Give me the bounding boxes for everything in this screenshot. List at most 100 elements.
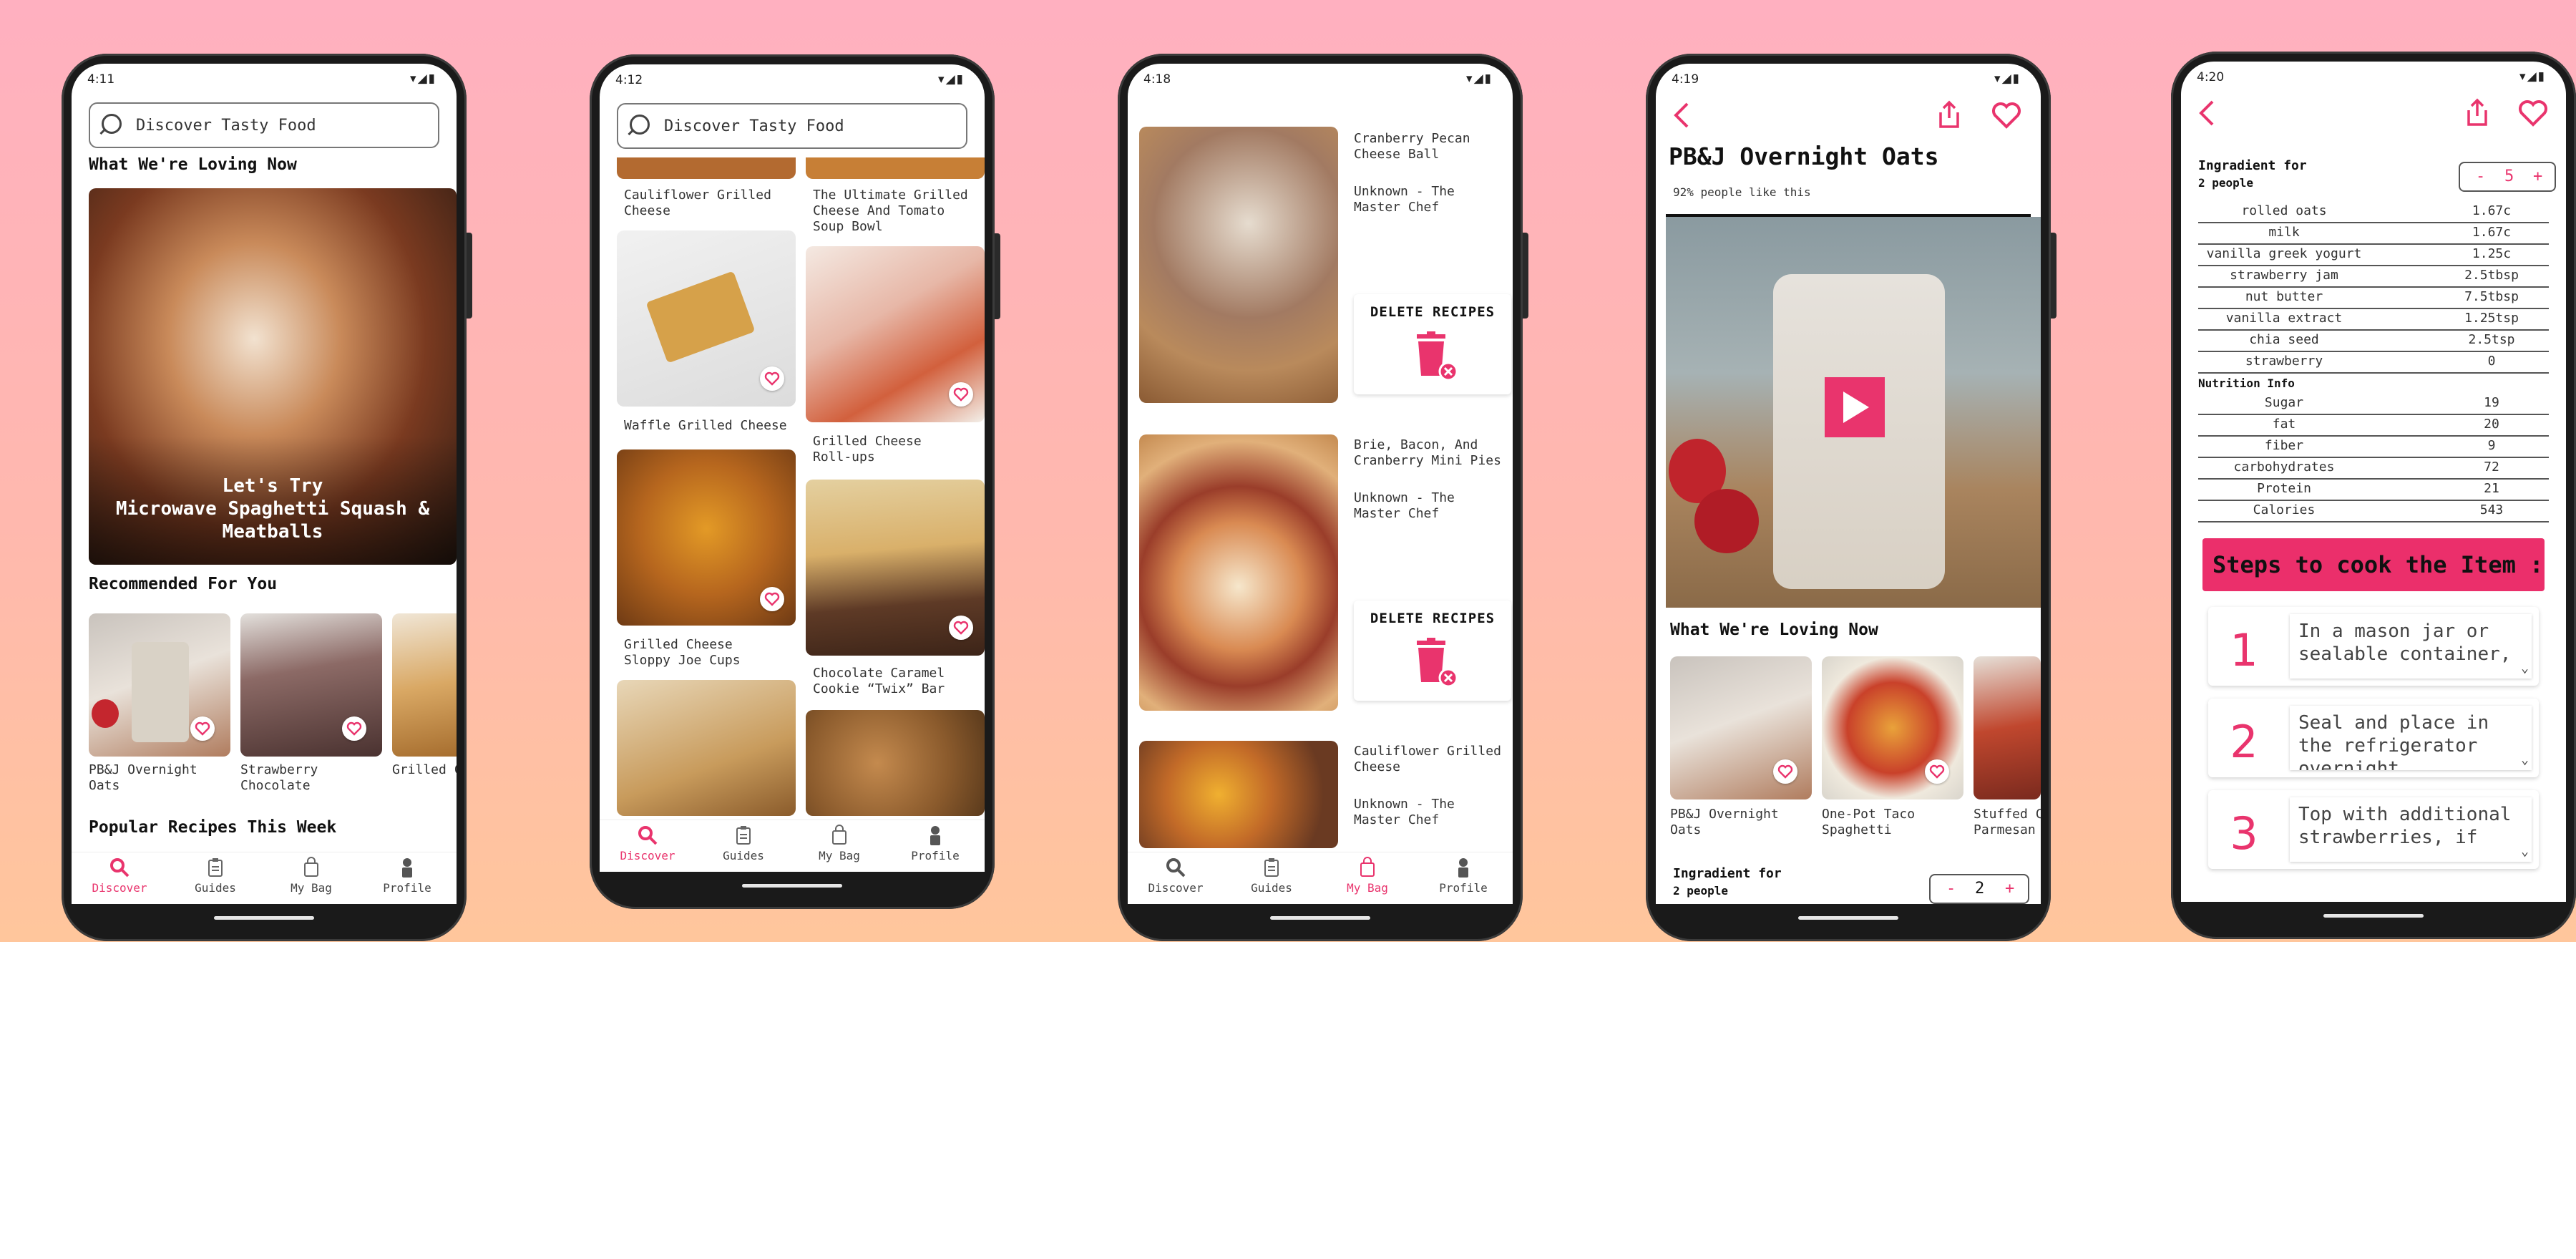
person-icon	[402, 858, 412, 878]
row-quantity: 2.5tsp	[2468, 332, 2515, 347]
play-icon	[1843, 392, 1869, 423]
caption-line: Cookie “Twix” Bar	[813, 681, 945, 696]
phone-ingredients-steps: 4:20 ▾◢▮ Ingradient for 2 people - 5 + r…	[2171, 52, 2576, 939]
status-time: 4:20	[2197, 70, 2225, 84]
grid-card-image[interactable]	[806, 710, 985, 816]
servings-stepper[interactable]: - 5 +	[2459, 162, 2556, 192]
favorite-heart-icon[interactable]	[2517, 99, 2549, 127]
steps-header: Steps to cook the Item :	[2202, 538, 2545, 591]
step-text: Seal and place in the refrigerator overn…	[2290, 706, 2532, 770]
steps-header-text: Steps to cook the Item :	[2212, 551, 2544, 578]
bag-item-image[interactable]	[1139, 127, 1338, 403]
search-input[interactable]: Discover Tasty Food	[89, 102, 439, 148]
rec-card-image[interactable]	[392, 613, 457, 757]
stepper-minus[interactable]: -	[1946, 880, 1956, 898]
phone-recipe-detail: 4:19 ▾◢▮ PB&J Overnight Oats 92% people …	[1646, 54, 2057, 941]
row-name: fiber	[2264, 438, 2304, 453]
caption-line: Parmesan	[1974, 822, 2036, 837]
jar-shape	[132, 642, 189, 742]
loving-caption: Stuffed ChParmesan	[1974, 807, 2041, 838]
hero-card[interactable]: Let's Try Microwave Spaghetti Squash & M…	[89, 188, 457, 565]
bag-item-author: Master Chef	[1354, 506, 1440, 521]
favorite-heart-icon[interactable]	[342, 716, 366, 741]
bag-item-title: Cheese Ball	[1354, 147, 1440, 162]
stepper-plus[interactable]: +	[2005, 880, 2014, 898]
share-icon[interactable]	[2464, 97, 2490, 127]
bag-item-author: Master Chef	[1354, 200, 1440, 215]
chevron-down-icon[interactable]: ⌄	[2521, 844, 2529, 859]
search-icon	[102, 114, 122, 134]
delete-recipes-button[interactable]: DELETE RECIPES	[1354, 601, 1511, 701]
tab-my-bag[interactable]: My Bag	[1319, 857, 1415, 895]
chevron-down-icon[interactable]: ⌄	[2521, 661, 2529, 676]
tab-discover[interactable]: Discover	[1128, 857, 1224, 895]
favorite-heart-icon[interactable]	[1991, 101, 2022, 130]
tab-profile[interactable]: Profile	[359, 857, 455, 895]
screen: 4:20 ▾◢▮ Ingradient for 2 people - 5 + r…	[2181, 62, 2566, 902]
tab-guides[interactable]: Guides	[167, 857, 263, 895]
bag-item-text: Cranberry Pecan Cheese Ball Unknown - Th…	[1354, 131, 1470, 215]
recipe-video[interactable]	[1666, 217, 2041, 608]
grid-card-image[interactable]	[617, 680, 796, 816]
grid-card-image[interactable]	[806, 157, 985, 179]
caption-line: Cheese	[624, 203, 671, 218]
share-icon[interactable]	[1936, 99, 1962, 130]
stepper-minus[interactable]: -	[2476, 167, 2485, 185]
back-icon[interactable]	[1672, 101, 1692, 130]
favorite-heart-icon[interactable]	[949, 616, 973, 640]
play-button[interactable]	[1825, 377, 1885, 437]
bag-item-title: Brie, Bacon, And	[1354, 437, 1478, 452]
bag-item-author: Master Chef	[1354, 812, 1440, 827]
favorite-heart-icon[interactable]	[760, 366, 784, 391]
row-name: strawberry jam	[2230, 268, 2338, 283]
search-input[interactable]: Discover Tasty Food	[617, 103, 967, 149]
delete-recipes-button[interactable]: DELETE RECIPES	[1354, 294, 1511, 394]
back-icon[interactable]	[2197, 99, 2217, 127]
servings-stepper[interactable]: - 2 +	[1929, 874, 2029, 904]
caption-line: Grilled Cheese	[813, 434, 922, 449]
table-row: Protein 21	[2198, 480, 2549, 501]
delete-label: DELETE RECIPES	[1370, 611, 1496, 626]
strawberry-shape	[1694, 489, 1759, 553]
tab-profile[interactable]: Profile	[1415, 857, 1511, 895]
favorite-heart-icon[interactable]	[1925, 759, 1949, 784]
nutrition-label: Nutrition Info	[2198, 376, 2295, 390]
ingredient-label: Ingradient for 2 people	[2198, 157, 2307, 192]
search-icon	[638, 826, 658, 845]
favorite-heart-icon[interactable]	[1773, 759, 1797, 784]
chevron-down-icon[interactable]: ⌄	[2521, 752, 2529, 767]
grid-caption: Grilled Cheese Roll-ups	[813, 434, 922, 465]
tab-discover[interactable]: Discover	[72, 857, 167, 895]
tab-profile[interactable]: Profile	[887, 825, 983, 862]
section-title-loving: What We're Loving Now	[1670, 621, 1878, 639]
tab-guides[interactable]: Guides	[1224, 857, 1319, 895]
favorite-heart-icon[interactable]	[190, 716, 215, 741]
row-quantity: 9	[2487, 438, 2496, 453]
bottom-tab-bar: Discover Guides My Bag Profile	[600, 820, 985, 872]
loving-card-image[interactable]	[1974, 656, 2041, 799]
row-quantity: 19	[2484, 395, 2499, 410]
tab-discover[interactable]: Discover	[600, 825, 696, 862]
tab-guides[interactable]: Guides	[696, 825, 791, 862]
favorite-heart-icon[interactable]	[949, 382, 973, 407]
favorite-heart-icon[interactable]	[760, 587, 784, 611]
bag-item-image[interactable]	[1139, 741, 1338, 848]
screen: 4:19 ▾◢▮ PB&J Overnight Oats 92% people …	[1656, 64, 2041, 904]
tab-my-bag[interactable]: My Bag	[263, 857, 359, 895]
tab-my-bag[interactable]: My Bag	[791, 825, 887, 862]
bag-item-author: Unknown - The	[1354, 797, 1455, 812]
caption-line: Grilled Cheese	[624, 637, 733, 652]
grid-card-image[interactable]	[617, 157, 796, 179]
bag-item-image[interactable]	[1139, 434, 1338, 711]
step-card[interactable]: 3 Top with additional strawberries, if ⌄	[2208, 790, 2539, 869]
hero-caption: Let's Try Microwave Spaghetti Squash & M…	[89, 475, 457, 543]
status-bar: 4:11 ▾◢▮	[72, 64, 457, 94]
stepper-plus[interactable]: +	[2533, 167, 2542, 185]
step-card[interactable]: 1 In a mason jar or sealable container, …	[2208, 607, 2539, 686]
step-card[interactable]: 2 Seal and place in the refrigerator ove…	[2208, 699, 2539, 777]
caption-line: Stuffed Ch	[1974, 807, 2041, 822]
screen: 4:11 ▾◢▮ Discover Tasty Food What We're …	[72, 64, 457, 904]
tab-label: Discover	[92, 881, 147, 895]
side-button	[467, 233, 472, 319]
